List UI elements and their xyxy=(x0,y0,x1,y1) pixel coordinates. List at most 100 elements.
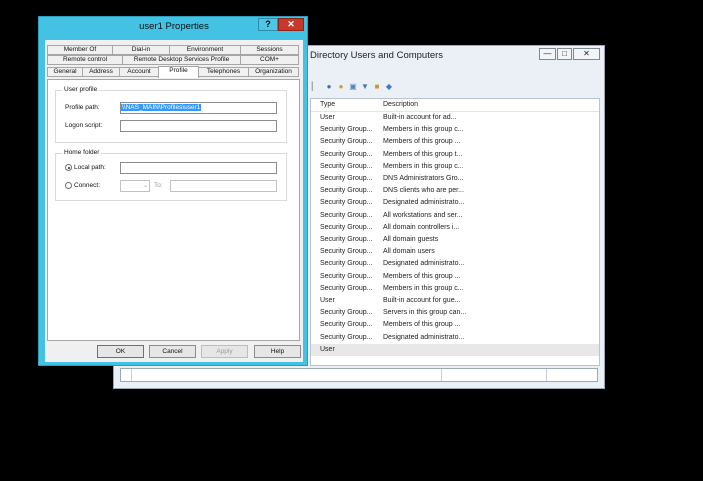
row-type: User xyxy=(320,297,335,304)
new-ou-icon[interactable]: ▣ xyxy=(349,83,357,91)
drive-letter-select[interactable]: ⌄ xyxy=(120,180,150,192)
table-row[interactable]: Security Group... All domain users xyxy=(311,246,599,258)
status-divider xyxy=(131,369,132,381)
table-row[interactable]: Security Group... DNS clients who are per… xyxy=(311,185,599,197)
connect-label: Connect: xyxy=(74,182,101,189)
tab-sessions[interactable]: Sessions xyxy=(240,45,299,55)
tab-organization[interactable]: Organization xyxy=(248,67,299,77)
filter-icon[interactable]: ▼ xyxy=(361,83,369,91)
new-user-icon[interactable]: ● xyxy=(325,83,333,91)
ad-object-list: Type Description User Built-in account fo… xyxy=(310,98,600,366)
table-row[interactable]: Security Group... Members of this group t… xyxy=(311,149,599,161)
tab-address[interactable]: Address xyxy=(82,67,120,77)
row-description: Members in this group c... xyxy=(383,162,464,170)
table-row[interactable]: Security Group... Designated administrato… xyxy=(311,332,599,344)
table-row[interactable]: Security Group... Members of this group .… xyxy=(311,136,599,148)
help-button[interactable]: ? xyxy=(258,18,278,31)
row-description: Members of this group ... xyxy=(383,272,461,280)
table-row[interactable]: Security Group... Designated administrato… xyxy=(311,258,599,270)
toolbar-separator-icon: ▏ xyxy=(311,82,319,91)
close-button[interactable]: ✕ xyxy=(573,48,600,60)
row-description: Members in this group c... xyxy=(383,284,464,292)
row-type: Security Group... xyxy=(320,236,373,243)
row-type: Security Group... xyxy=(320,199,373,207)
tab-general[interactable]: General xyxy=(47,67,83,77)
row-description: All domain guests xyxy=(383,236,439,243)
row-description: Built-in account for gue... xyxy=(383,297,461,304)
table-row[interactable]: Security Group... Members in this group c… xyxy=(311,283,599,295)
column-description[interactable]: Description xyxy=(383,101,418,108)
logon-script-label: Logon script: xyxy=(65,122,103,129)
help-button-bottom[interactable]: Help xyxy=(254,345,301,358)
row-type: User xyxy=(320,345,335,353)
tab-account[interactable]: Account xyxy=(119,67,159,77)
row-description: All domain controllers i... xyxy=(383,223,460,231)
dialog-body: Member Of Dial-in Environment Sessions R… xyxy=(45,40,303,362)
apply-button[interactable]: Apply xyxy=(201,345,248,358)
to-path-input[interactable] xyxy=(170,180,277,192)
row-type: Security Group... xyxy=(320,223,373,231)
user-properties-dialog: user1 Properties ? ✕ Member Of Dial-in E… xyxy=(38,16,308,366)
row-description: DNS clients who are per... xyxy=(383,187,464,195)
table-row[interactable]: User xyxy=(311,343,599,356)
table-row[interactable]: Security Group... Members in this group c… xyxy=(311,124,599,136)
row-description: Servers in this group can... xyxy=(383,309,467,317)
ad-window-title: Directory Users and Computers xyxy=(310,50,444,61)
row-type: Security Group... xyxy=(320,138,373,146)
tab-telephones[interactable]: Telephones xyxy=(198,67,249,77)
tab-member-of[interactable]: Member Of xyxy=(47,45,113,55)
table-row[interactable]: Security Group... Members of this group .… xyxy=(311,319,599,331)
table-row[interactable]: Security Group... Designated administrato… xyxy=(311,197,599,209)
profile-path-label: Profile path: xyxy=(65,104,100,111)
row-description: Members of this group t... xyxy=(383,150,463,158)
profile-path-value: \\NAS_MAIN\Profiles\user1 xyxy=(121,104,202,111)
tab-dial-in[interactable]: Dial-in xyxy=(112,45,170,55)
tab-environment[interactable]: Environment xyxy=(169,45,241,55)
row-description: Designated administrato... xyxy=(383,199,465,207)
row-type: Security Group... xyxy=(320,175,373,182)
row-type: Security Group... xyxy=(320,126,373,134)
tab-com-plus[interactable]: COM+ xyxy=(240,55,299,65)
maximize-button[interactable]: □ xyxy=(557,48,572,60)
table-row[interactable]: Security Group... DNS Administrators Gro.… xyxy=(311,173,599,185)
local-path-radio[interactable] xyxy=(65,164,72,171)
add-to-group-icon[interactable]: ■ xyxy=(373,83,381,91)
row-type: Security Group... xyxy=(320,272,373,280)
status-divider xyxy=(441,369,442,381)
tab-remote-desktop-services-profile[interactable]: Remote Desktop Services Profile xyxy=(122,55,241,65)
table-row[interactable]: User Built-in account for ad... xyxy=(311,112,599,124)
row-type: Security Group... xyxy=(320,284,373,292)
profile-path-input[interactable]: \\NAS_MAIN\Profiles\user1 xyxy=(120,102,277,114)
tab-remote-control[interactable]: Remote control xyxy=(47,55,123,65)
status-bar xyxy=(120,368,598,382)
row-description: Members in this group c... xyxy=(383,126,464,134)
cancel-button[interactable]: Cancel xyxy=(149,345,196,358)
new-group-icon[interactable]: ● xyxy=(337,83,345,91)
minimize-button[interactable]: — xyxy=(539,48,556,60)
table-row[interactable]: Security Group... Servers in this group c… xyxy=(311,307,599,319)
row-type: Security Group... xyxy=(320,162,373,170)
logon-script-input[interactable] xyxy=(120,120,277,132)
table-row[interactable]: Security Group... All workstations and se… xyxy=(311,210,599,222)
column-type[interactable]: Type xyxy=(320,101,335,108)
profile-tab-panel: User profile Profile path: \\NAS_MAIN\Pr… xyxy=(47,79,300,341)
table-row[interactable]: Security Group... Members in this group c… xyxy=(311,161,599,173)
user-profile-group-label: User profile xyxy=(62,86,100,93)
local-path-label: Local path: xyxy=(74,164,106,171)
connect-radio[interactable] xyxy=(65,182,72,189)
row-type: Security Group... xyxy=(320,248,373,256)
table-row[interactable]: Security Group... Members of this group .… xyxy=(311,271,599,283)
home-folder-group-label: Home folder xyxy=(62,149,102,156)
dialog-close-button[interactable]: ✕ xyxy=(278,18,304,31)
tab-profile[interactable]: Profile xyxy=(158,66,199,78)
table-row[interactable]: Security Group... All domain guests xyxy=(311,234,599,246)
row-type: Security Group... xyxy=(320,187,373,195)
local-path-input[interactable] xyxy=(120,162,277,174)
row-description: Members of this group ... xyxy=(383,138,461,146)
ok-button[interactable]: OK xyxy=(97,345,144,358)
table-row[interactable]: User Built-in account for gue... xyxy=(311,295,599,307)
row-type: Security Group... xyxy=(320,321,373,329)
row-description: Built-in account for ad... xyxy=(383,114,457,121)
delegate-control-icon[interactable]: ◆ xyxy=(385,83,393,91)
table-row[interactable]: Security Group... All domain controllers … xyxy=(311,222,599,234)
